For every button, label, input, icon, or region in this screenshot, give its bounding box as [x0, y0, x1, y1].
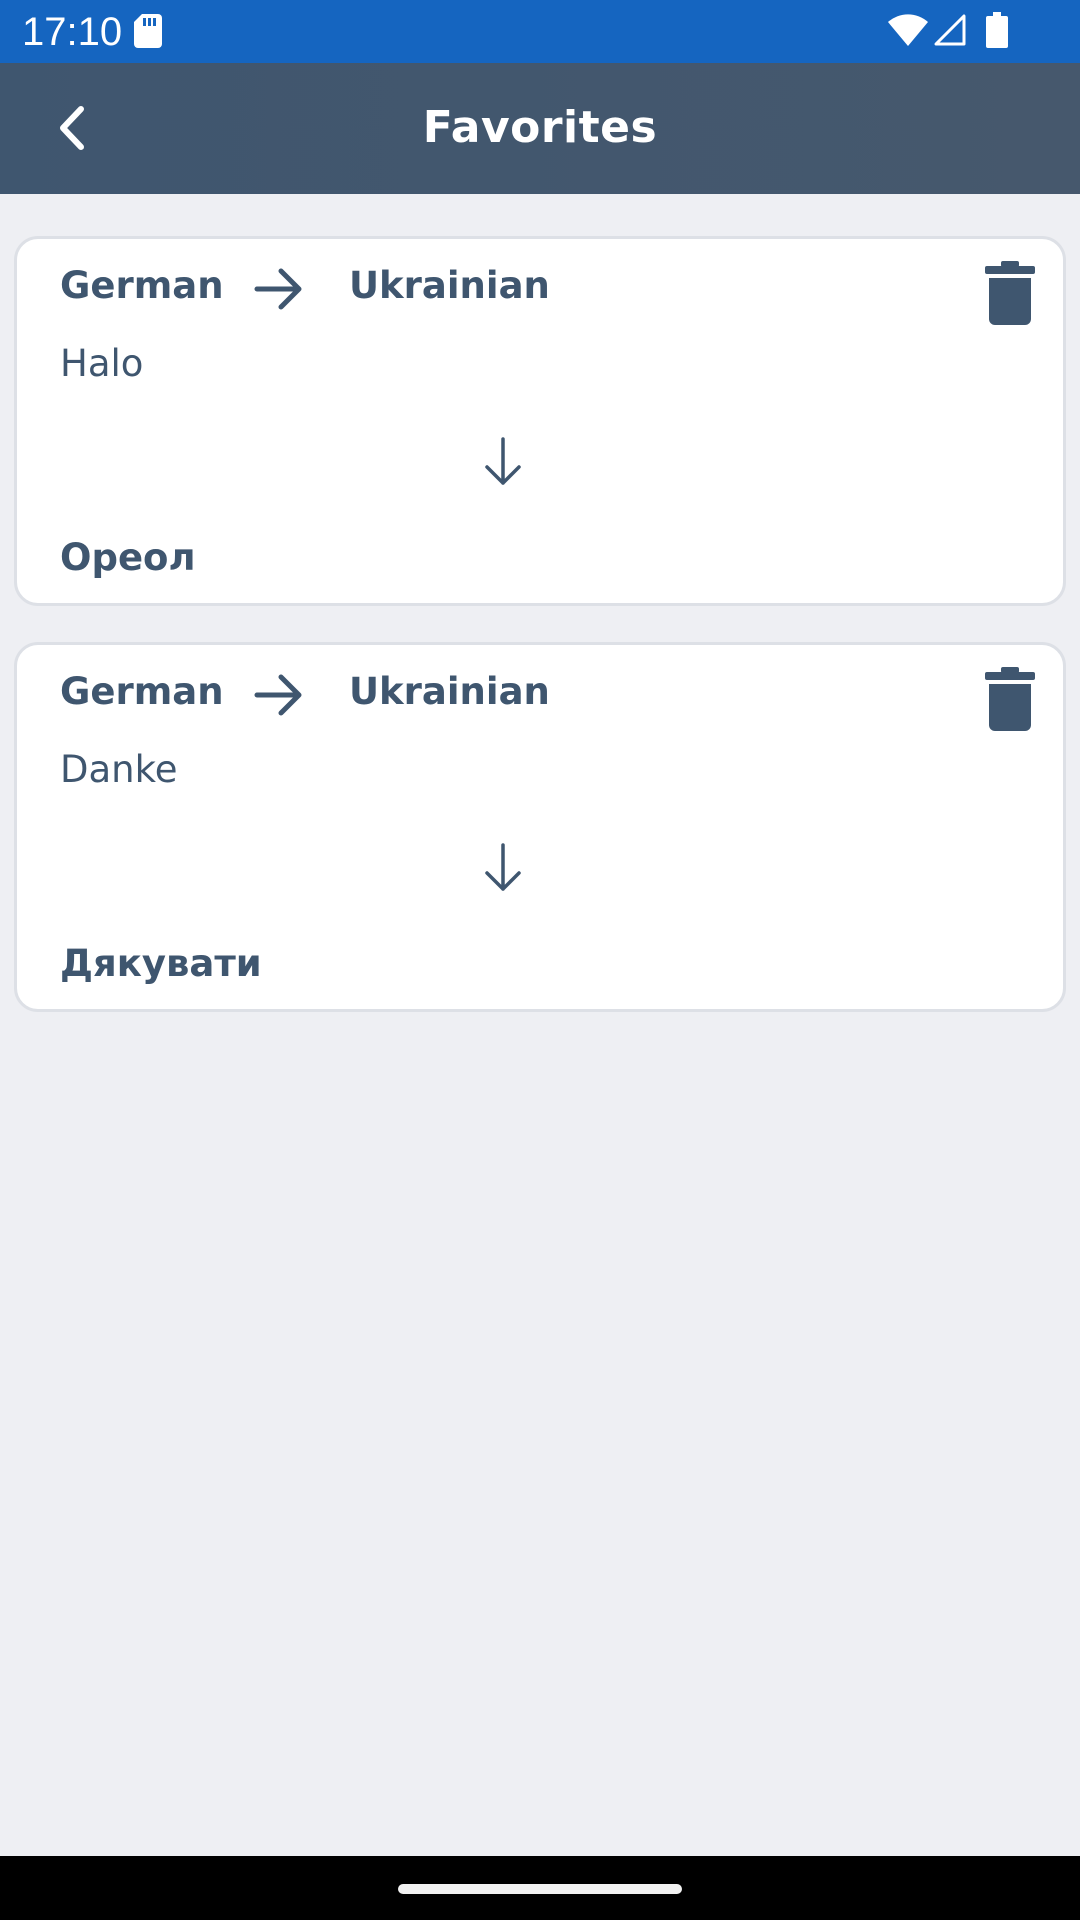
- target-language-label: Ukrainian: [349, 264, 550, 307]
- source-language-label: German: [60, 264, 224, 307]
- target-language-label: Ukrainian: [349, 670, 550, 713]
- battery-icon: [986, 12, 1008, 48]
- arrow-right-icon: [254, 268, 302, 310]
- arrow-right-icon: [254, 674, 302, 716]
- sd-card-icon: [134, 14, 162, 48]
- status-bar: 17:10: [0, 0, 1080, 63]
- wifi-icon: [888, 14, 928, 46]
- status-time: 17:10: [22, 10, 123, 54]
- favorites-list: German Ukrainian Halo Ореол German Ukrai…: [0, 236, 1080, 1048]
- translated-word: Дякувати: [60, 942, 262, 985]
- page-title: Favorites: [422, 102, 658, 153]
- trash-icon[interactable]: [985, 667, 1035, 731]
- source-word: Danke: [60, 748, 178, 791]
- arrow-down-icon: [485, 843, 521, 891]
- arrow-down-icon: [485, 437, 521, 485]
- app-bar: Favorites: [0, 63, 1080, 194]
- favorite-card[interactable]: German Ukrainian Halo Ореол: [14, 236, 1066, 606]
- home-gesture-handle[interactable]: [398, 1884, 682, 1894]
- trash-icon[interactable]: [985, 261, 1035, 325]
- source-language-label: German: [60, 670, 224, 713]
- translated-word: Ореол: [60, 536, 196, 579]
- source-word: Halo: [60, 342, 144, 385]
- navigation-bar: [0, 1856, 1080, 1920]
- favorite-card[interactable]: German Ukrainian Danke Дякувати: [14, 642, 1066, 1012]
- signal-icon: [934, 14, 966, 46]
